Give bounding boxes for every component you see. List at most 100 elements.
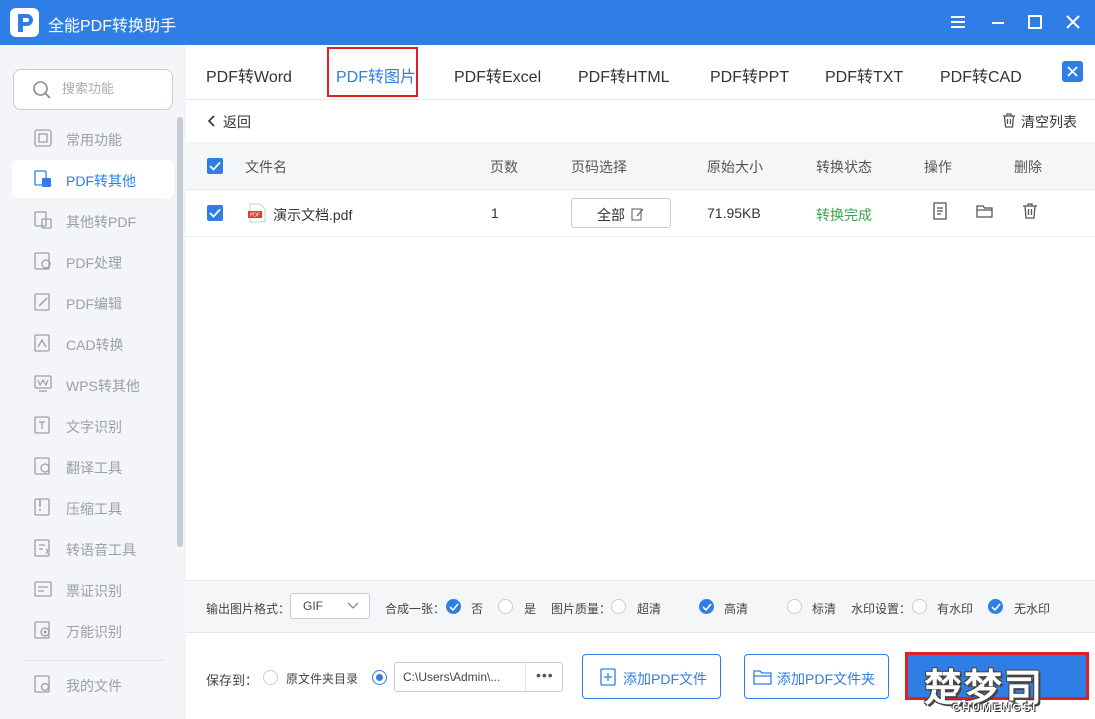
compress-icon <box>34 498 50 516</box>
tab-highlight-box <box>327 47 418 97</box>
sidebar-item-wps[interactable]: WPS转其他 <box>12 365 174 403</box>
tab-pdf-to-cad[interactable]: PDF转CAD <box>940 63 1022 87</box>
table-row: PDF 演示文档.pdf 1 全部 71.95KB 转换完成 <box>186 190 1095 237</box>
header-size: 原始大小 <box>707 159 763 175</box>
sidebar-item-other-to-pdf[interactable]: 其他转PDF <box>12 201 174 239</box>
browse-path-button[interactable]: ••• <box>525 663 563 691</box>
app-title: 全能PDF转换助手 <box>48 18 177 35</box>
watermark-yes-radio[interactable] <box>912 599 927 614</box>
header-pages: 页数 <box>490 159 518 175</box>
tab-pdf-to-ppt[interactable]: PDF转PPT <box>710 63 789 87</box>
search-box[interactable] <box>13 69 173 110</box>
app-logo-icon <box>10 8 39 37</box>
pdf-edit-icon <box>34 293 50 311</box>
add-pdf-file-button[interactable]: 添加PDF文件 <box>582 654 721 699</box>
universal-recognition-icon <box>34 621 50 639</box>
close-icon[interactable] <box>1060 9 1086 35</box>
tabs-close-icon[interactable] <box>1062 61 1083 82</box>
sidebar: 常用功能 PDF转其他 其他转PDF PDF处理 PDF编辑 CAD转换 WPS… <box>0 45 186 719</box>
format-label: 输出图片格式： <box>206 602 291 616</box>
pdf-file-icon: PDF <box>248 203 266 223</box>
search-input[interactable] <box>62 81 162 96</box>
add-folder-icon <box>753 670 772 685</box>
sidebar-item-my-files[interactable]: 我的文件 <box>12 665 174 703</box>
merge-yes-label: 是 <box>524 602 537 616</box>
delete-row-icon[interactable] <box>1021 202 1039 220</box>
common-functions-icon <box>34 129 52 147</box>
pdf-to-other-icon <box>34 170 51 187</box>
sidebar-item-cad[interactable]: CAD转换 <box>12 324 174 362</box>
quality-ultra-radio[interactable] <box>611 599 626 614</box>
tab-pdf-to-word[interactable]: PDF转Word <box>206 63 292 87</box>
quality-standard-radio[interactable] <box>787 599 802 614</box>
sidebar-item-compress[interactable]: 压缩工具 <box>12 488 174 526</box>
quality-high-label: 高清 <box>724 602 749 616</box>
format-select[interactable]: GIF <box>290 593 370 619</box>
tab-pdf-to-excel[interactable]: PDF转Excel <box>454 63 541 87</box>
sidebar-divider <box>24 660 164 661</box>
sidebar-item-ticket[interactable]: 票证识别 <box>12 570 174 608</box>
sidebar-item-pdf-process[interactable]: PDF处理 <box>12 242 174 280</box>
edit-icon <box>631 208 644 221</box>
sidebar-item-universal[interactable]: 万能识别 <box>12 611 174 649</box>
page-select-button[interactable]: 全部 <box>571 198 671 228</box>
search-icon <box>33 81 51 99</box>
header-filename: 文件名 <box>245 159 287 175</box>
translate-icon <box>34 457 50 475</box>
sidebar-item-ocr[interactable]: 文字识别 <box>12 406 174 444</box>
quality-standard-label: 标清 <box>812 602 837 616</box>
svg-text:PDF: PDF <box>250 213 260 219</box>
maximize-icon[interactable] <box>1022 9 1048 35</box>
add-file-icon <box>600 668 616 686</box>
sidebar-item-translate[interactable]: 翻译工具 <box>12 447 174 485</box>
trash-icon <box>1003 113 1015 128</box>
chevron-left-icon <box>207 115 215 127</box>
watermark-yes-label: 有水印 <box>937 602 974 616</box>
title-bar: 全能PDF转换助手 <box>0 0 1095 45</box>
merge-no-radio[interactable] <box>446 599 461 614</box>
open-folder-icon[interactable] <box>976 202 994 220</box>
sidebar-scrollbar[interactable] <box>177 117 183 547</box>
sidebar-item-pdf-edit[interactable]: PDF编辑 <box>12 283 174 321</box>
merge-label: 合成一张： <box>385 602 446 616</box>
watermark-no-radio[interactable] <box>988 599 1003 614</box>
merge-no-label: 否 <box>471 602 484 616</box>
save-path-field[interactable]: C:\Users\Admin\... ••• <box>394 662 563 692</box>
watermark-label: 水印设置： <box>851 602 912 616</box>
watermark-no-label: 无水印 <box>1014 602 1051 616</box>
cad-convert-icon <box>34 334 50 352</box>
merge-yes-radio[interactable] <box>498 599 513 614</box>
minimize-icon[interactable] <box>985 9 1011 35</box>
pdf-process-icon <box>34 252 51 270</box>
tab-pdf-to-html[interactable]: PDF转HTML <box>578 63 670 87</box>
row-checkbox[interactable] <box>207 205 223 221</box>
tab-pdf-to-txt[interactable]: PDF转TXT <box>825 63 903 87</box>
menu-icon[interactable] <box>945 9 971 35</box>
watermark-logo: 楚梦司 CHUMENGSI <box>924 668 1045 714</box>
row-pages: 1 <box>491 205 499 221</box>
header-delete: 删除 <box>1014 159 1042 175</box>
source-dir-radio[interactable] <box>263 670 278 685</box>
header-page-select: 页码选择 <box>571 159 627 175</box>
source-dir-label: 原文件夹目录 <box>286 672 359 686</box>
header-ops: 操作 <box>924 159 952 175</box>
quality-high-radio[interactable] <box>699 599 714 614</box>
add-pdf-folder-button[interactable]: 添加PDF文件夹 <box>744 654 889 699</box>
save-to-label: 保存到： <box>206 673 259 688</box>
quality-label: 图片质量： <box>551 602 612 616</box>
custom-dir-radio[interactable] <box>372 670 387 685</box>
sidebar-item-common[interactable]: 常用功能 <box>12 119 174 157</box>
view-file-icon[interactable] <box>931 202 949 220</box>
conversion-tabs: PDF转Word PDF转图片 PDF转Excel PDF转HTML PDF转P… <box>186 45 1095 100</box>
select-all-checkbox[interactable] <box>207 158 223 174</box>
other-to-pdf-icon <box>34 211 52 229</box>
row-size: 71.95KB <box>707 205 761 221</box>
ticket-recognition-icon <box>34 581 52 597</box>
sidebar-item-tts[interactable]: 转语音工具 <box>12 529 174 567</box>
chevron-down-icon <box>347 602 359 609</box>
sidebar-item-pdf-to-other[interactable]: PDF转其他 <box>12 160 174 198</box>
text-to-speech-icon <box>34 539 50 557</box>
save-path-value: C:\Users\Admin\... <box>403 670 501 684</box>
row-filename: 演示文档.pdf <box>273 207 353 223</box>
output-settings-bar: 输出图片格式： GIF 合成一张： 否 是 图片质量： 超清 高清 标清 水印设… <box>186 580 1095 632</box>
